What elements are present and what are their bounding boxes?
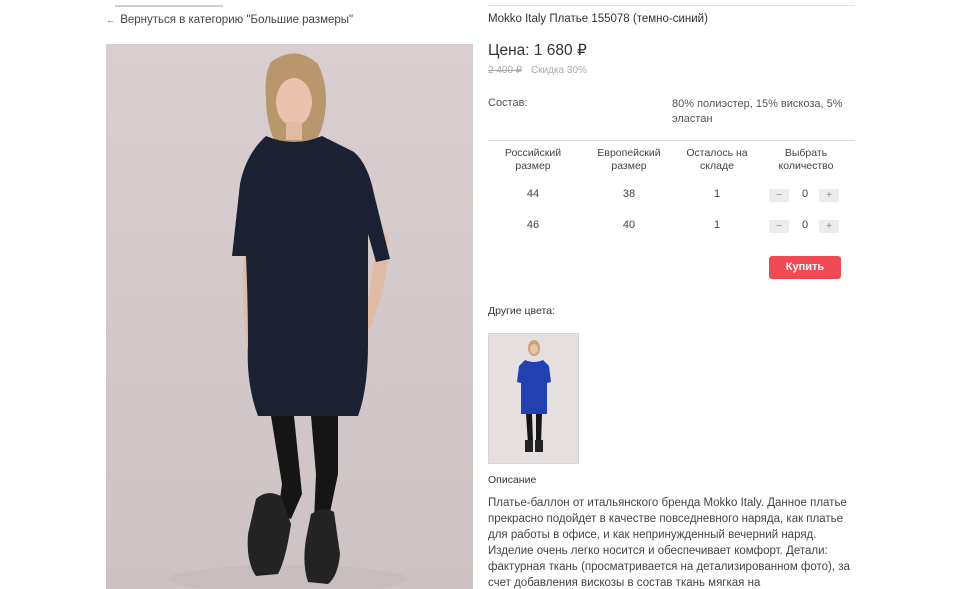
description-heading: Описание	[488, 474, 537, 486]
row2-stock: 1	[713, 219, 721, 231]
product-price: Цена: 1 680 ₽	[488, 42, 587, 59]
back-link-label: Вернуться в категорию "Большие размеры"	[120, 14, 354, 26]
old-price-row: 2 400 ₽ Скидка 30%	[488, 65, 587, 76]
discount-label: Скидка 30%	[530, 65, 587, 76]
row1-ru-size: 44	[526, 188, 540, 200]
product-title: Mokko Italy Платье 155078 (темно-синий)	[488, 13, 708, 25]
top-divider-right	[488, 5, 855, 6]
row1-qty-value[interactable]: 0	[798, 188, 812, 200]
table-top-divider	[488, 140, 855, 141]
row2-decrement-button[interactable]: −	[769, 220, 789, 233]
color-variant-thumbnail[interactable]	[488, 333, 579, 464]
old-price: 2 400 ₽	[488, 65, 523, 76]
blue-dress-thumbnail-image	[489, 334, 578, 463]
row1-decrement-button[interactable]: −	[769, 189, 789, 202]
header-select-qty: Выбрать количество	[778, 147, 834, 172]
top-divider-left	[115, 5, 223, 7]
row2-ru-size: 46	[526, 219, 540, 231]
back-to-category-link[interactable]: ← Вернуться в категорию "Большие размеры…	[106, 14, 353, 26]
row1-stock: 1	[713, 188, 721, 200]
other-colors-label: Другие цвета:	[488, 305, 555, 317]
buy-button[interactable]: Купить	[769, 256, 841, 279]
product-main-photo[interactable]	[106, 44, 473, 589]
header-ru-size: Российский размер	[504, 147, 562, 172]
row2-eu-size: 40	[622, 219, 636, 231]
model-in-dress-image	[168, 53, 408, 589]
row2-qty-value[interactable]: 0	[798, 219, 812, 231]
row1-increment-button[interactable]: +	[819, 189, 839, 202]
header-eu-size: Европейский размер	[597, 147, 661, 172]
row1-eu-size: 38	[622, 188, 636, 200]
header-stock: Осталось на складе	[686, 147, 748, 172]
dress-shape	[232, 136, 390, 416]
arrow-left-icon: ←	[106, 15, 115, 25]
composition-label: Состав:	[488, 97, 528, 109]
row2-increment-button[interactable]: +	[819, 220, 839, 233]
composition-value: 80% полиэстер, 15% вискоза, 5% эластан	[672, 98, 843, 125]
description-text: Платье-баллон от итальянского бренда Mok…	[488, 497, 850, 589]
